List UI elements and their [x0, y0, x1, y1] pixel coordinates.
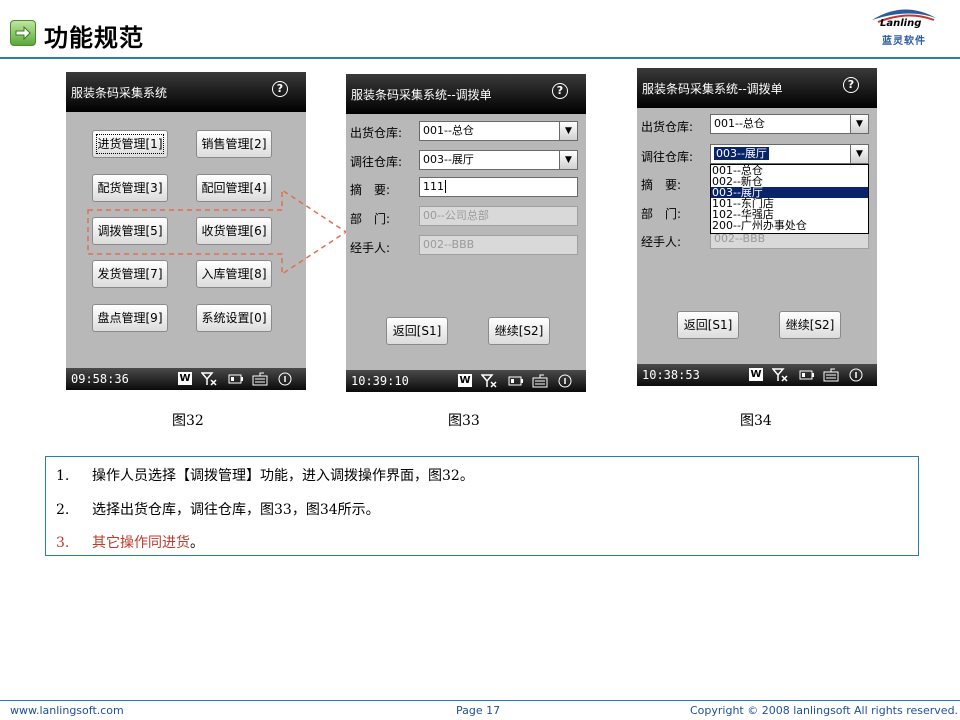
keyboard-icon[interactable]: [252, 372, 268, 386]
arrow-right-icon: [10, 20, 36, 46]
clock: 10:38:53: [642, 368, 700, 382]
from-warehouse-select[interactable]: 001--总仓 ▼: [419, 121, 578, 141]
info-icon[interactable]: [278, 372, 292, 386]
help-icon[interactable]: ?: [843, 77, 859, 93]
battery-icon[interactable]: [799, 368, 815, 382]
dashed-arrow-icon: [87, 188, 348, 276]
window-title: 服装条码采集系统--调拨单: [351, 88, 492, 102]
titlebar: 服装条码采集系统--调拨单 ?: [637, 68, 877, 108]
titlebar: 服装条码采集系统 ?: [66, 72, 306, 112]
caption-fig32: 图32: [172, 413, 204, 429]
window-title: 服装条码采集系统--调拨单: [642, 82, 783, 96]
step-number: 2.: [56, 502, 70, 518]
instruction-box: 1. 操作人员选择【调拨管理】功能，进入调拨操作界面，图32。 2. 选择出货仓库，…: [45, 456, 919, 556]
step-text-tail: 。: [190, 535, 204, 551]
battery-icon[interactable]: [508, 374, 524, 388]
step-text: 其它操作同进货: [92, 535, 190, 551]
label-summary: 摘 要:: [641, 178, 682, 192]
step-1: 1. 操作人员选择【调拨管理】功能，进入调拨操作界面，图32。: [56, 465, 474, 485]
battery-icon[interactable]: [228, 372, 244, 386]
screen-fig33: 服装条码采集系统--调拨单 ? 出货仓库: 001--总仓 ▼ 调往仓库: 00…: [346, 74, 586, 392]
label-to-warehouse: 调往仓库:: [350, 155, 403, 169]
page-title: 功能规范: [44, 23, 144, 52]
step-number: 1.: [56, 468, 70, 484]
label-summary: 摘 要:: [350, 183, 391, 197]
label-from-warehouse: 出货仓库:: [350, 126, 403, 140]
logo-text-en: Lanling: [880, 18, 922, 29]
word-icon[interactable]: W: [749, 368, 763, 381]
help-icon[interactable]: ?: [272, 81, 288, 97]
keyboard-icon[interactable]: [532, 374, 548, 388]
step-number: 3.: [56, 535, 70, 551]
from-warehouse-value: 001--总仓: [423, 124, 474, 137]
info-icon[interactable]: [849, 368, 863, 382]
clock: 09:58:36: [71, 372, 129, 386]
word-icon[interactable]: W: [178, 372, 192, 385]
to-warehouse-dropdown-list[interactable]: 001--总仓 002--新仓 003--展厅 101--东门店 102--华强…: [710, 164, 869, 234]
caption-fig34: 图34: [740, 413, 772, 429]
caption-fig33: 图33: [448, 413, 480, 429]
footer-copyright: Copyright © 2008 lanlingsoft All rights …: [690, 704, 959, 717]
logo-text-cn: 蓝灵软件: [882, 36, 926, 47]
no-signal-icon[interactable]: [201, 372, 217, 386]
footer-website-link[interactable]: www.lanlingsoft.com: [10, 704, 124, 717]
list-item[interactable]: 200--广州办事处仓: [711, 220, 868, 231]
summary-value: 111: [423, 180, 444, 193]
from-warehouse-value: 001--总仓: [714, 117, 765, 130]
step-text: 选择出货仓库，调往仓库，图33，图34所示。: [92, 502, 380, 518]
screen-fig34: 服装条码采集系统--调拨单 ? 出货仓库: 001--总仓 ▼ 调往仓库: 00…: [637, 68, 877, 386]
to-warehouse-select[interactable]: 003--展厅 ▼: [419, 150, 578, 170]
window-title: 服装条码采集系统: [71, 86, 168, 100]
menu-button-purchase[interactable]: 进货管理[1]: [92, 130, 168, 158]
chevron-down-icon[interactable]: ▼: [559, 122, 577, 140]
chevron-down-icon[interactable]: ▼: [850, 115, 868, 133]
handler-field: 002--BBB: [419, 235, 578, 255]
from-warehouse-select[interactable]: 001--总仓 ▼: [710, 114, 869, 134]
to-warehouse-value: 003--展厅: [714, 147, 769, 160]
summary-input[interactable]: 111: [419, 177, 578, 197]
step-3: 3. 其它操作同进货。: [56, 532, 204, 552]
titlebar: 服装条码采集系统--调拨单 ?: [346, 74, 586, 114]
footer-page-number: Page 17: [456, 704, 501, 717]
back-button[interactable]: 返回[S1]: [386, 317, 448, 345]
menu-button-sales[interactable]: 销售管理[2]: [196, 130, 272, 158]
no-signal-icon[interactable]: [481, 374, 497, 388]
label-from-warehouse: 出货仓库:: [641, 120, 694, 134]
label-department: 部 门:: [350, 212, 391, 226]
taskbar: 10:38:53 W: [637, 364, 877, 386]
menu-button-settings[interactable]: 系统设置[0]: [196, 304, 272, 332]
header-divider: [0, 57, 960, 59]
taskbar: 09:58:36 W: [66, 368, 306, 390]
to-warehouse-select[interactable]: 003--展厅 ▼: [710, 144, 869, 164]
footer-divider: [0, 700, 960, 701]
department-field: 00--公司总部: [419, 206, 578, 226]
keyboard-icon[interactable]: [823, 368, 839, 382]
label-handler: 经手人:: [350, 241, 391, 255]
clock: 10:39:10: [351, 374, 409, 388]
continue-button[interactable]: 继续[S2]: [779, 311, 841, 339]
no-signal-icon[interactable]: [772, 368, 788, 382]
to-warehouse-value: 003--展厅: [423, 153, 474, 166]
chevron-down-icon[interactable]: ▼: [559, 151, 577, 169]
label-to-warehouse: 调往仓库:: [641, 150, 694, 164]
back-button[interactable]: 返回[S1]: [677, 311, 739, 339]
step-text: 操作人员选择【调拨管理】功能，进入调拨操作界面，图32。: [92, 468, 474, 484]
step-2: 2. 选择出货仓库，调往仓库，图33，图34所示。: [56, 499, 380, 519]
info-icon[interactable]: [558, 374, 572, 388]
chevron-down-icon[interactable]: ▼: [850, 145, 868, 163]
label-handler: 经手人:: [641, 235, 682, 249]
menu-button-inventory[interactable]: 盘点管理[9]: [92, 304, 168, 332]
continue-button[interactable]: 继续[S2]: [488, 317, 550, 345]
help-icon[interactable]: ?: [552, 83, 568, 99]
taskbar: 10:39:10 W: [346, 370, 586, 392]
word-icon[interactable]: W: [458, 374, 472, 387]
label-department: 部 门:: [641, 207, 682, 221]
